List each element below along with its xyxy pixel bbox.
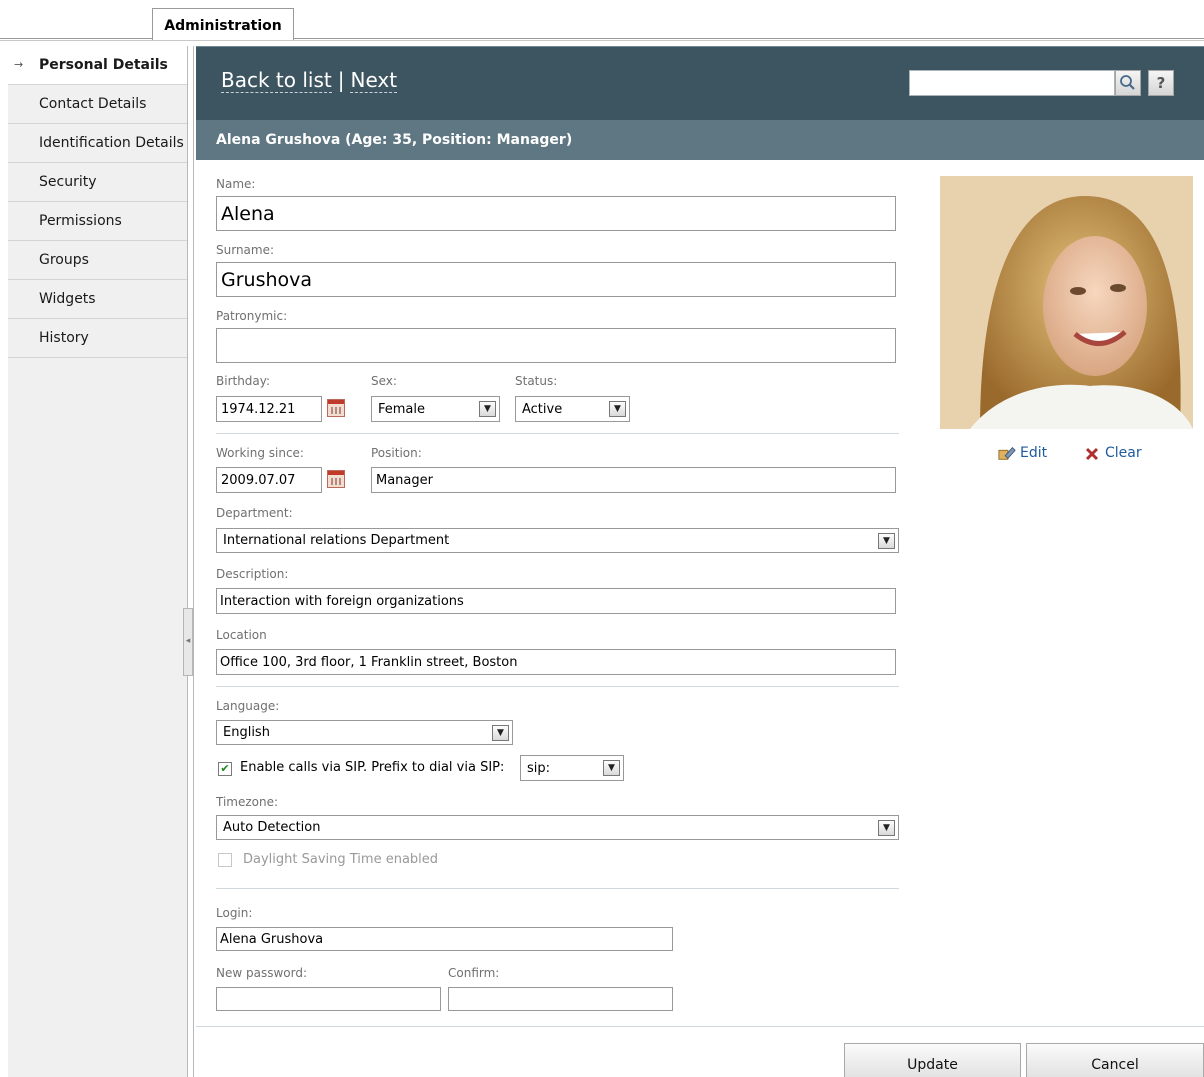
sip-prefix-select[interactable]: sip: ▼ xyxy=(520,755,624,781)
chevron-down-icon: ▼ xyxy=(479,401,496,417)
dst-checkbox[interactable] xyxy=(218,853,232,867)
description-label: Description: xyxy=(216,567,289,581)
nav-separator: | xyxy=(337,68,345,92)
chevron-down-icon: ▼ xyxy=(878,819,895,836)
clear-photo-label: Clear xyxy=(1105,445,1142,461)
sidebar-item-widgets[interactable]: Widgets xyxy=(8,280,187,319)
next-link[interactable]: Next xyxy=(350,68,398,93)
description-field[interactable]: Interaction with foreign organizations xyxy=(216,588,896,614)
patronymic-label: Patronymic: xyxy=(216,309,288,323)
close-icon xyxy=(1085,447,1099,461)
cancel-button[interactable]: Cancel xyxy=(1026,1043,1204,1077)
tab-administration[interactable]: Administration xyxy=(152,8,294,40)
chevron-down-icon: ▼ xyxy=(603,760,620,776)
sidebar-item-label: Permissions xyxy=(39,213,122,229)
portrait-image xyxy=(940,176,1193,429)
status-select[interactable]: Active ▼ xyxy=(515,396,630,422)
sidebar-item-identification-details[interactable]: Identification Details xyxy=(8,124,187,163)
department-label: Department: xyxy=(216,506,293,520)
department-select[interactable]: International relations Department ▼ xyxy=(216,528,899,553)
section-divider xyxy=(216,433,899,434)
sip-prefix-value: sip: xyxy=(527,760,551,776)
sidebar-divider xyxy=(193,46,194,1077)
search-icon xyxy=(1120,75,1135,90)
edit-photo-label: Edit xyxy=(1020,445,1048,461)
help-button[interactable]: ? xyxy=(1148,70,1174,96)
edit-icon xyxy=(998,446,1016,460)
location-label: Location xyxy=(216,628,267,642)
birthday-label: Birthday: xyxy=(216,374,271,388)
status-label: Status: xyxy=(515,374,558,388)
language-select[interactable]: English ▼ xyxy=(216,720,513,745)
sex-select-value: Female xyxy=(378,401,426,417)
patronymic-field[interactable] xyxy=(216,328,896,363)
login-label: Login: xyxy=(216,906,253,920)
arrow-right-icon: → xyxy=(14,58,24,71)
search-button[interactable] xyxy=(1115,70,1141,96)
sidebar-item-security[interactable]: Security xyxy=(8,163,187,202)
page-header: Back to list | Next ? xyxy=(196,46,1204,120)
confirm-password-label: Confirm: xyxy=(448,966,500,980)
sex-select[interactable]: Female ▼ xyxy=(371,396,500,422)
birthday-field[interactable]: 1974.12.21 xyxy=(216,396,322,422)
status-select-value: Active xyxy=(522,401,563,417)
sip-checkbox-label: Enable calls via SIP. Prefix to dial via… xyxy=(240,760,505,775)
name-label: Name: xyxy=(216,177,256,191)
sidebar-item-label: History xyxy=(39,330,89,346)
edit-photo-link[interactable]: Edit xyxy=(998,444,1047,462)
location-field[interactable]: Office 100, 3rd floor, 1 Franklin street… xyxy=(216,649,896,675)
sidebar-item-label: Groups xyxy=(39,252,89,268)
language-label: Language: xyxy=(216,699,280,713)
update-button[interactable]: Update xyxy=(844,1043,1021,1077)
new-password-field[interactable] xyxy=(216,987,441,1011)
collapse-sidebar-handle[interactable]: ◂ xyxy=(183,608,193,676)
surname-field[interactable]: Grushova xyxy=(216,262,896,297)
top-tab-bar: Administration xyxy=(0,0,1204,41)
search-input[interactable] xyxy=(909,70,1115,96)
sidebar-item-groups[interactable]: Groups xyxy=(8,241,187,280)
timezone-label: Timezone: xyxy=(216,795,279,809)
sidebar-item-label: Security xyxy=(39,174,97,190)
chevron-down-icon: ▼ xyxy=(492,724,509,741)
sidebar-item-permissions[interactable]: Permissions xyxy=(8,202,187,241)
login-field[interactable]: Alena Grushova xyxy=(216,927,673,951)
timezone-select-value: Auto Detection xyxy=(223,820,321,835)
sidebar-item-label: Contact Details xyxy=(39,96,147,112)
sex-label: Sex: xyxy=(371,374,397,388)
chevron-down-icon: ▼ xyxy=(878,532,895,549)
calendar-icon[interactable] xyxy=(327,470,345,488)
new-password-label: New password: xyxy=(216,966,308,980)
department-select-value: International relations Department xyxy=(223,533,450,548)
sidebar-item-label: Widgets xyxy=(39,291,96,307)
working-since-field[interactable]: 2009.07.07 xyxy=(216,467,322,493)
sidebar-item-label: Identification Details xyxy=(39,135,184,151)
dst-checkbox-label: Daylight Saving Time enabled xyxy=(243,852,439,867)
calendar-icon[interactable] xyxy=(327,399,345,417)
profile-photo xyxy=(940,176,1193,429)
sidebar-item-history[interactable]: History xyxy=(8,319,187,358)
chevron-down-icon: ▼ xyxy=(609,401,626,417)
footer-divider xyxy=(196,1026,1204,1027)
working-since-label: Working since: xyxy=(216,446,304,460)
name-field[interactable]: Alena xyxy=(216,196,896,231)
back-to-list-link[interactable]: Back to list xyxy=(221,68,332,93)
sidebar-item-contact-details[interactable]: Contact Details xyxy=(8,85,187,124)
sip-checkbox[interactable]: ✔ xyxy=(218,762,232,776)
section-divider xyxy=(216,888,899,889)
surname-label: Surname: xyxy=(216,243,275,257)
section-divider xyxy=(216,686,899,687)
clear-photo-link[interactable]: Clear xyxy=(1083,444,1142,462)
position-field[interactable]: Manager xyxy=(371,467,896,493)
timezone-select[interactable]: Auto Detection ▼ xyxy=(216,815,899,840)
record-title: Alena Grushova (Age: 35, Position: Manag… xyxy=(196,120,1204,160)
record-navigation: Back to list | Next xyxy=(221,68,398,93)
confirm-password-field[interactable] xyxy=(448,987,673,1011)
position-label: Position: xyxy=(371,446,422,460)
sidebar-item-label: Personal Details xyxy=(39,57,168,73)
sidebar-item-personal-details[interactable]: → Personal Details xyxy=(8,46,187,85)
language-select-value: English xyxy=(223,725,270,740)
sidebar: → Personal Details Contact Details Ident… xyxy=(8,46,188,1077)
